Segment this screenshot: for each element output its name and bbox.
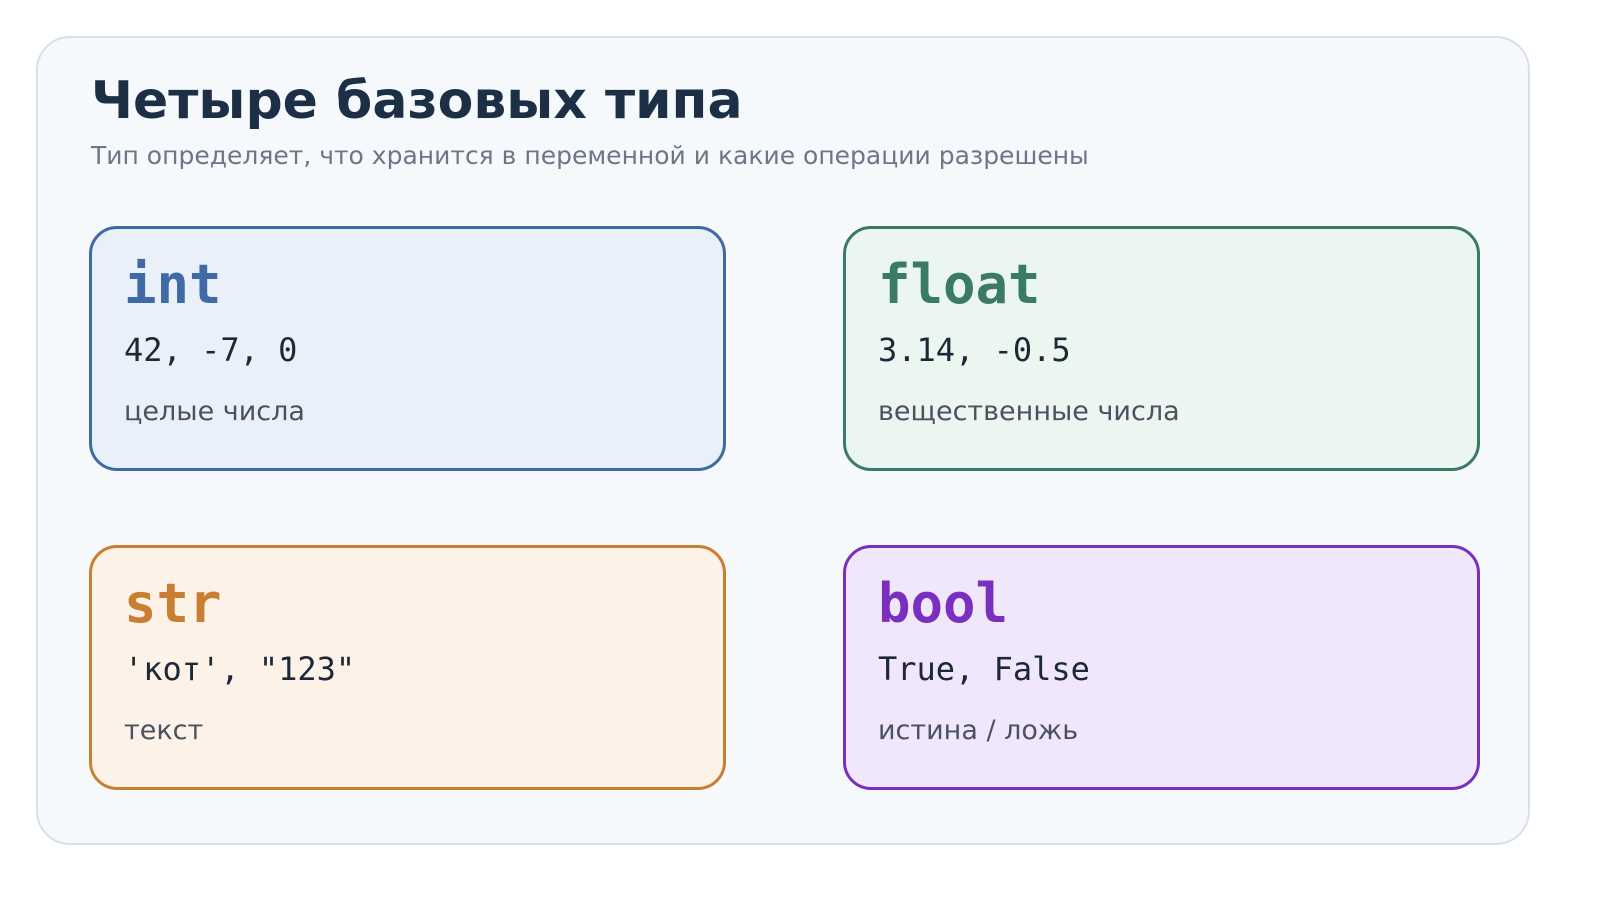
- type-card-str: str 'кот', "123" текст: [89, 545, 726, 790]
- diagram-title: Четыре базовых типа: [91, 71, 743, 131]
- type-description-float: вещественные числа: [878, 396, 1180, 427]
- type-name-int: int: [124, 253, 222, 316]
- type-name-str: str: [124, 572, 222, 635]
- type-card-int: int 42, -7, 0 целые числа: [89, 226, 726, 471]
- type-examples-int: 42, -7, 0: [124, 331, 298, 369]
- type-examples-float: 3.14, -0.5: [878, 331, 1071, 369]
- type-name-float: float: [878, 253, 1041, 316]
- type-examples-bool: True, False: [878, 650, 1090, 688]
- type-description-int: целые числа: [124, 396, 305, 427]
- type-description-bool: истина / ложь: [878, 715, 1079, 746]
- type-name-bool: bool: [878, 572, 1009, 635]
- type-card-bool: bool True, False истина / ложь: [843, 545, 1480, 790]
- type-examples-str: 'кот', "123": [124, 650, 356, 688]
- type-description-str: текст: [124, 715, 204, 746]
- diagram-subtitle: Тип определяет, что хранится в переменно…: [91, 141, 1089, 170]
- type-card-float: float 3.14, -0.5 вещественные числа: [843, 226, 1480, 471]
